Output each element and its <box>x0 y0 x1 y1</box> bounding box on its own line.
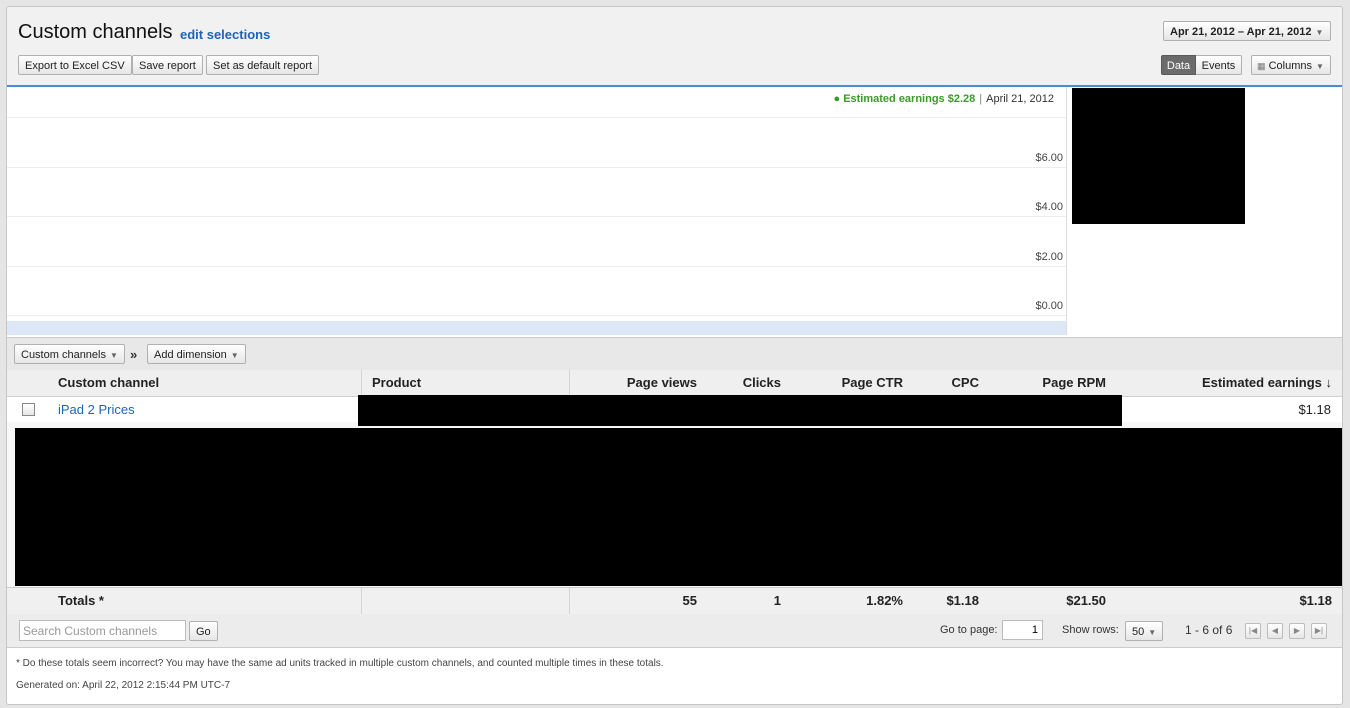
previous-page-icon[interactable]: ◀ <box>1267 623 1283 639</box>
set-default-report-button[interactable]: Set as default report <box>206 55 320 75</box>
table-footer: Go Go to page: Show rows: 50▼ 1 - 6 of 6… <box>7 614 1342 648</box>
chevron-down-icon: ▼ <box>230 351 239 360</box>
chevron-down-icon: ▼ <box>1315 62 1324 71</box>
totals-page-rpm: $21.50 <box>1066 593 1106 608</box>
edit-selections-link[interactable]: edit selections <box>180 27 270 42</box>
dimension-label: Custom channels <box>21 349 106 361</box>
add-dimension-dropdown[interactable]: Add dimension ▼ <box>147 344 246 364</box>
row-checkbox[interactable] <box>22 403 35 416</box>
dimension-bar: Custom channels ▼ » Add dimension ▼ <box>7 337 1342 371</box>
show-rows-dropdown[interactable]: 50 ▼ <box>1125 621 1163 641</box>
chart-legend: ● Estimated earnings $2.28 | April 21, 201… <box>833 93 1054 105</box>
gridline <box>7 315 1066 316</box>
earnings-chart: ● Estimated earnings $2.28 | April 21, 201… <box>7 87 1066 335</box>
row-estimated-earnings: $1.18 <box>1298 402 1331 417</box>
legend-date: April 21, 2012 <box>986 93 1054 105</box>
columns-dropdown[interactable]: ▦ Columns ▼ <box>1251 55 1331 75</box>
view-data-toggle[interactable]: Data <box>1161 55 1196 75</box>
y-tick-label: $2.00 <box>1035 251 1063 263</box>
column-header-clicks[interactable]: Clicks <box>743 370 781 396</box>
channel-link[interactable]: iPad 2 Prices <box>58 402 135 417</box>
y-tick-label: $4.00 <box>1035 201 1063 213</box>
save-report-button[interactable]: Save report <box>132 55 203 75</box>
column-header-page-views[interactable]: Page views <box>627 370 697 396</box>
first-page-icon[interactable]: |◀ <box>1245 623 1261 639</box>
column-header-cpc[interactable]: CPC <box>952 370 979 396</box>
totals-label: Totals * <box>58 593 104 608</box>
totals-clicks: 1 <box>773 593 781 608</box>
column-divider <box>361 370 362 396</box>
chevron-down-icon: ▼ <box>1148 628 1157 637</box>
legend-earnings: Estimated earnings $2.28 <box>843 93 976 105</box>
next-page-icon[interactable]: ▶ <box>1289 623 1305 639</box>
redacted-block <box>358 395 1122 426</box>
gridline <box>7 167 1066 168</box>
export-csv-button[interactable]: Export to Excel CSV <box>18 55 132 75</box>
redacted-block <box>15 428 1342 586</box>
totals-note: * Do these totals seem incorrect? You ma… <box>16 658 664 669</box>
generated-timestamp: Generated on: April 22, 2012 2:15:44 PM … <box>16 680 231 691</box>
y-tick-label: $6.00 <box>1035 152 1063 164</box>
y-tick-label: $0.00 <box>1035 300 1063 312</box>
column-divider <box>569 588 570 614</box>
column-header-page-ctr[interactable]: Page CTR <box>842 370 903 396</box>
date-range-dropdown[interactable]: Apr 21, 2012 – Apr 21, 2012 ▼ <box>1163 21 1331 41</box>
column-header-page-rpm[interactable]: Page RPM <box>1042 370 1106 396</box>
chevron-down-icon: ▼ <box>1315 28 1324 37</box>
goto-page-label: Go to page: <box>940 624 998 636</box>
search-go-button[interactable]: Go <box>189 621 218 641</box>
totals-page-views: 55 <box>682 593 697 608</box>
report-header: Custom channels edit selections Apr 21, … <box>7 7 1342 87</box>
pagination-range: 1 - 6 of 6 <box>1185 623 1233 637</box>
column-header-product[interactable]: Product <box>372 370 421 396</box>
custom-channels-dimension-dropdown[interactable]: Custom channels ▼ <box>14 344 125 364</box>
column-header-custom-channel[interactable]: Custom channel <box>58 370 159 396</box>
search-input[interactable] <box>19 620 186 641</box>
columns-label: Columns <box>1268 60 1312 72</box>
report-panel: Custom channels edit selections Apr 21, … <box>6 6 1343 705</box>
date-range-label: Apr 21, 2012 – Apr 21, 2012 <box>1170 26 1312 38</box>
gridline <box>7 216 1066 217</box>
column-header-estimated-earnings[interactable]: Estimated earnings ↓ <box>1202 370 1332 396</box>
view-events-toggle[interactable]: Events <box>1196 55 1242 75</box>
redacted-block <box>1072 88 1245 224</box>
gridline <box>7 117 1066 118</box>
chevron-down-icon: ▼ <box>110 351 118 360</box>
show-rows-label: Show rows: <box>1062 624 1119 636</box>
page-title: Custom channels <box>18 21 173 43</box>
last-page-icon[interactable]: ▶| <box>1311 623 1327 639</box>
goto-page-input[interactable] <box>1002 620 1043 640</box>
totals-row: Totals * 55 1 1.82% $1.18 $21.50 $1.18 <box>7 587 1342 615</box>
columns-icon: ▦ <box>1257 61 1266 71</box>
legend-dot-icon: ● <box>833 93 841 105</box>
column-divider <box>569 370 570 396</box>
add-dimension-label: Add dimension <box>154 349 227 361</box>
column-divider <box>361 588 362 614</box>
totals-cpc: $1.18 <box>946 593 979 608</box>
gridline <box>7 266 1066 267</box>
dimension-separator-icon: » <box>130 347 138 362</box>
totals-page-ctr: 1.82% <box>866 593 903 608</box>
table-header: Custom channel Product Page views Clicks… <box>7 370 1342 397</box>
totals-estimated-earnings: $1.18 <box>1299 593 1332 608</box>
chart-range-band <box>7 321 1066 335</box>
show-rows-value: 50 <box>1132 626 1145 638</box>
